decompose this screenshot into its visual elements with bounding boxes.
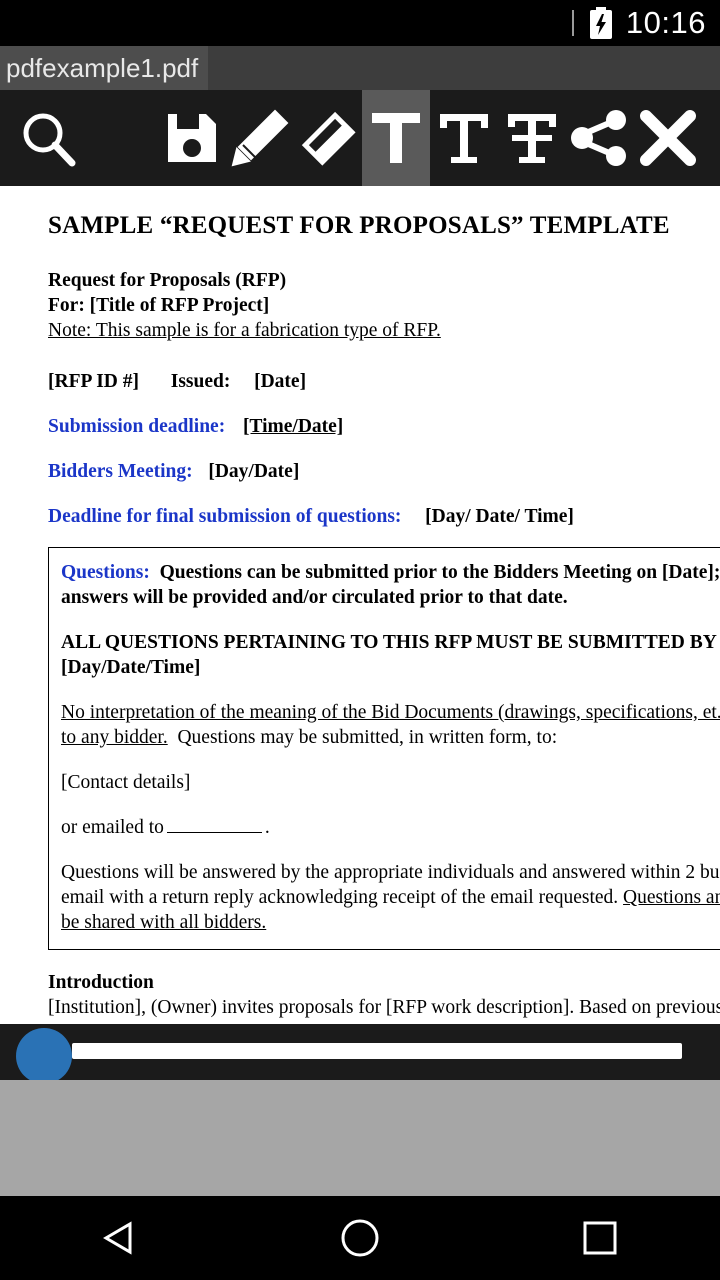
final-questions-row: Deadline for final submission of questio…: [48, 504, 720, 529]
seek-bar-area: [0, 1024, 720, 1080]
all-caps-line-2: [Day/Date/Time]: [61, 657, 201, 678]
title-bar: pdfexample1.pdf: [0, 46, 720, 90]
final-questions-value: [Day/ Date/ Time]: [425, 506, 574, 527]
answered-line-2: email with a return reply acknowledging …: [61, 885, 720, 910]
answered-line-2-text: email with a return reply acknowledging …: [61, 887, 624, 908]
or-emailed-line: or emailed to.: [61, 815, 720, 840]
introduction-heading: Introduction: [48, 972, 154, 993]
answered-underlined-2: be shared with all bidders.: [61, 912, 267, 933]
recents-square-icon[interactable]: [540, 1196, 660, 1280]
or-emailed-prefix: or emailed to: [61, 817, 164, 838]
email-blank-field[interactable]: [166, 818, 262, 833]
app-screen: 10:16 pdfexample1.pdf SAMPLE “REQUEST FO…: [0, 0, 720, 1280]
eraser-icon[interactable]: [294, 90, 362, 186]
page-seek-track[interactable]: [72, 1043, 682, 1059]
issued-value: [Date]: [254, 371, 307, 392]
strikethrough-icon[interactable]: [498, 90, 566, 186]
android-nav-bar: [0, 1196, 720, 1280]
bidders-meeting-row: Bidders Meeting: [Day/Date]: [48, 459, 720, 484]
final-questions-label: Deadline for final submission of questio…: [48, 506, 402, 527]
submission-deadline-label: Submission deadline:: [48, 416, 226, 437]
pdf-content: SAMPLE “REQUEST FOR PROPOSALS” TEMPLATE …: [0, 186, 720, 1024]
all-caps-line-1: ALL QUESTIONS PERTAINING TO THIS RFP MUS…: [61, 632, 717, 653]
questions-text-line-2: answers will be provided and/or circulat…: [61, 587, 568, 608]
text-serif-icon[interactable]: [430, 90, 498, 186]
answered-underlined-1: Questions and answers will: [623, 887, 720, 908]
close-icon[interactable]: [634, 90, 702, 186]
document-filename: pdfexample1.pdf: [0, 46, 209, 90]
rfp-id-row: [RFP ID #] Issued: [Date]: [48, 369, 720, 394]
interpretation-line-2: to any bidder. Questions may be submitte…: [61, 725, 720, 750]
search-icon[interactable]: [0, 90, 96, 186]
rfp-header-line-1: Request for Proposals (RFP): [48, 270, 287, 291]
answered-line-1: Questions will be answered by the approp…: [61, 862, 720, 883]
share-icon[interactable]: [566, 90, 634, 186]
rfp-header-line-2: For: [Title of RFP Project]: [48, 295, 270, 316]
issued-label: Issued:: [170, 371, 231, 392]
bidders-meeting-value: [Day/Date]: [208, 461, 300, 482]
status-clock: 10:16: [625, 5, 706, 40]
pdf-page[interactable]: SAMPLE “REQUEST FOR PROPOSALS” TEMPLATE …: [0, 186, 720, 1024]
document-title: SAMPLE “REQUEST FOR PROPOSALS” TEMPLATE: [48, 212, 670, 239]
rfp-id-label: [RFP ID #]: [48, 371, 139, 392]
text-bold-icon[interactable]: [362, 90, 430, 186]
battery-charging-icon: [588, 7, 614, 39]
contact-details: [Contact details]: [61, 772, 191, 793]
back-triangle-icon[interactable]: [60, 1196, 180, 1280]
below-page-area: [0, 1080, 720, 1196]
bidders-meeting-label: Bidders Meeting:: [48, 461, 193, 482]
rfp-note: Note: This sample is for a fabrication t…: [48, 320, 441, 341]
questions-box: Questions: Questions can be submitted pr…: [48, 547, 720, 950]
interpretation-line-1: No interpretation of the meaning of the …: [61, 702, 720, 723]
introduction-line-1: [Institution], (Owner) invites proposals…: [48, 997, 720, 1024]
home-circle-icon[interactable]: [300, 1196, 420, 1280]
submission-deadline-value: [Time/Date]: [242, 416, 344, 437]
status-bar: 10:16: [0, 0, 720, 46]
questions-text-line-1: Questions can be submitted prior to the …: [159, 562, 720, 583]
interpretation-line-2-underlined: to any bidder.: [61, 727, 168, 748]
save-icon[interactable]: [158, 90, 226, 186]
submission-deadline-row: Submission deadline: [Time/Date]: [48, 414, 720, 439]
introduction-section: Introduction [Institution], (Owner) invi…: [48, 970, 720, 1024]
or-emailed-suffix: .: [264, 817, 270, 838]
status-divider: [571, 10, 574, 36]
pencil-icon[interactable]: [226, 90, 294, 186]
interpretation-tail: Questions may be submitted, in written f…: [177, 727, 558, 748]
questions-line-1: Questions: Questions can be submitted pr…: [61, 560, 720, 585]
page-seek-thumb[interactable]: [16, 1028, 72, 1084]
toolbar: [0, 90, 720, 186]
questions-label: Questions:: [61, 562, 150, 583]
